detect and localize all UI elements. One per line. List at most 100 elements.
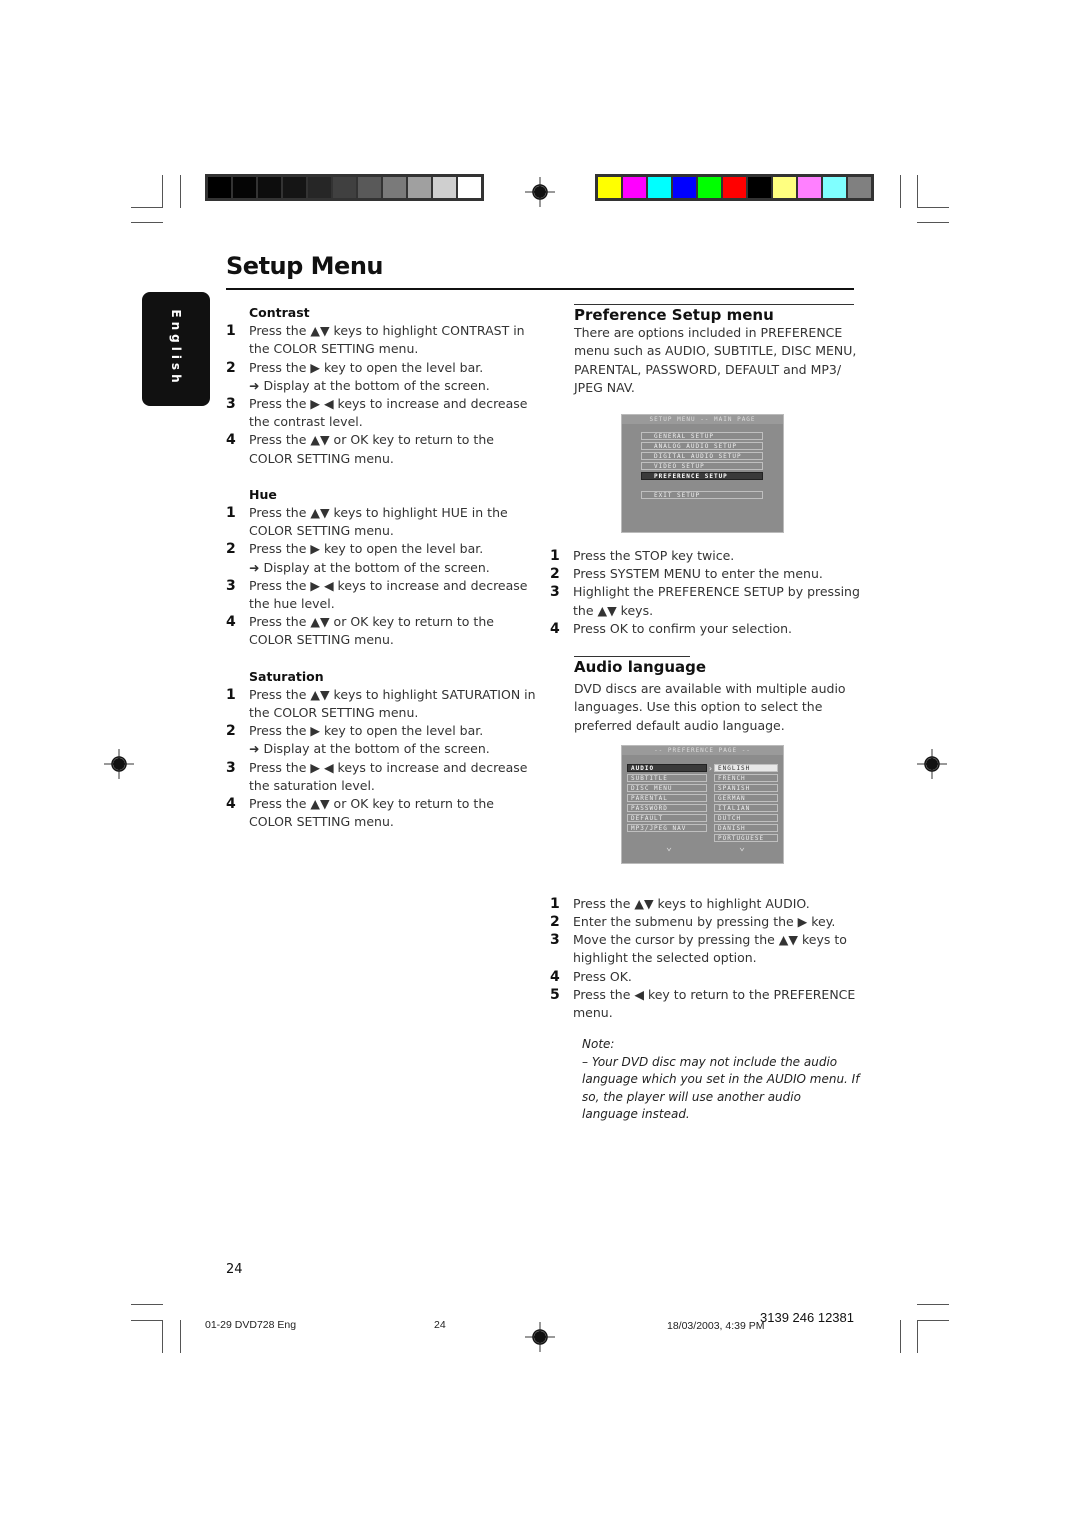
color-swatch [308, 177, 331, 198]
note-text: – Your DVD disc may not include the audi… [582, 1054, 860, 1122]
step-text: Highlight the PREFERENCE SETUP by pressi… [573, 584, 860, 618]
screen-option-item: ENGLISH [714, 764, 778, 772]
step-item: 2 Press the ▶ key to open the level bar. [226, 540, 536, 558]
color-swatch [383, 177, 406, 198]
crop-mark [131, 1304, 163, 1305]
step-number: 1 [226, 323, 236, 340]
crop-mark [917, 1320, 918, 1353]
step-text: Press OK. [573, 968, 632, 984]
section-heading: Contrast [249, 305, 310, 320]
screen-menu-item: SUBTITLE [627, 774, 707, 782]
screen-menu-item: GENERAL SETUP [641, 432, 763, 440]
step-item: 3 Press the ▶ ◀ keys to increase and decr… [226, 395, 536, 431]
preference-section-title: Preference Setup menu [574, 306, 774, 324]
step-number: 1 [226, 686, 236, 703]
step-item: 1 Press the ▲▼ keys to highlight AUDIO. [550, 895, 860, 913]
step-item: 1 Press the STOP key twice. [550, 547, 860, 565]
step-text: Press the ▲▼ or OK key to return to the … [249, 432, 494, 466]
step-item: 2 Press the ▶ key to open the level bar. [226, 359, 536, 377]
section-rule [574, 656, 690, 658]
crop-mark [917, 1320, 949, 1321]
step-item: 4 Press the ▲▼ or OK key to return to the… [226, 431, 536, 467]
step-text: Press the ▲▼ or OK key to return to the … [249, 614, 494, 648]
color-swatch [333, 177, 356, 198]
color-swatch [208, 177, 231, 198]
step-item: 2 Press the ▶ key to open the level bar. [226, 722, 536, 740]
crop-mark [162, 1320, 163, 1353]
step-number: 4 [550, 968, 560, 985]
step-number: 2 [226, 359, 236, 376]
audio-intro: DVD discs are available with multiple au… [574, 681, 846, 733]
step-item: 3 Press the ▶ ◀ keys to increase and decr… [226, 577, 536, 613]
crop-mark [131, 207, 163, 208]
step-number: 3 [226, 577, 236, 594]
footer-page: 24 [434, 1319, 446, 1331]
color-swatch [848, 177, 871, 198]
step-number: 2 [550, 566, 560, 583]
color-swatch [673, 177, 696, 198]
instruction-section: Saturation 1 Press the ▲▼ keys to highligh… [226, 668, 536, 832]
step-result: ➜ Display at the bottom of the screen. [249, 741, 490, 757]
crop-mark [917, 222, 949, 223]
screen-header: SETUP MENU -- MAIN PAGE [622, 415, 783, 424]
step-number: 3 [550, 932, 560, 949]
step-item: 4 Press the ▲▼ or OK key to return to the… [226, 613, 536, 649]
step-text: Press the ▶ ◀ keys to increase and decre… [249, 759, 528, 793]
audio-steps: 1 Press the ▲▼ keys to highlight AUDIO. 2 E… [550, 895, 860, 1022]
registration-target-icon [104, 749, 134, 779]
screen-option-item: FRENCH [714, 774, 778, 782]
step-text: Press the ▲▼ keys to highlight CONTRAST … [249, 323, 525, 357]
step-text: Press OK to confirm your selection. [573, 620, 793, 636]
document-number: 3139 246 12381 [760, 1310, 854, 1325]
screen-option-item: SPANISH [714, 784, 778, 792]
step-item: 5 Press the ◀ key to return to the PREFER… [550, 986, 860, 1022]
color-swatch [358, 177, 381, 198]
step-item: 2 Enter the submenu by pressing the ▶ key… [550, 913, 860, 931]
step-text: Press the ▲▼ or OK key to return to the … [249, 796, 494, 830]
step-number: 4 [226, 432, 236, 449]
screen-menu-item: PASSWORD [627, 804, 707, 812]
color-swatch [623, 177, 646, 198]
step-item: 1 Press the ▲▼ keys to highlight HUE in t… [226, 504, 536, 540]
step-number: 4 [550, 620, 560, 637]
step-text: Press the ▶ key to open the level bar. [249, 541, 484, 557]
step-text: Move the cursor by pressing the ▲▼ keys … [573, 932, 847, 966]
step-item: 3 Highlight the PREFERENCE SETUP by press… [550, 583, 860, 619]
section-rule [574, 304, 854, 305]
preference-steps: 1 Press the STOP key twice. 2 Press SYSTEM … [550, 547, 860, 638]
step-number: 1 [550, 895, 560, 912]
crop-mark [917, 207, 949, 208]
step-text: Press the STOP key twice. [573, 548, 735, 564]
step-result: ➜ Display at the bottom of the screen. [249, 559, 490, 575]
step-text: Enter the submenu by pressing the ▶ key. [573, 914, 836, 930]
step-text: Press SYSTEM MENU to enter the menu. [573, 566, 823, 582]
color-calibration-bar [595, 174, 874, 201]
screen-menu-item: VIDEO SETUP [641, 462, 763, 470]
color-swatch [798, 177, 821, 198]
screen-menu-item: PREFERENCE SETUP [641, 472, 763, 480]
color-swatch [823, 177, 846, 198]
color-swatch [648, 177, 671, 198]
section-heading: Saturation [249, 668, 324, 684]
step-number: 4 [226, 614, 236, 631]
crop-mark [900, 1320, 901, 1353]
note-label: Note: [582, 1037, 615, 1052]
grayscale-calibration-bar [205, 174, 484, 201]
language-tab-label: English [169, 309, 183, 387]
screen-exit-item: EXIT SETUP [641, 491, 763, 499]
color-swatch [283, 177, 306, 198]
step-number: 5 [550, 986, 560, 1003]
crop-mark [917, 175, 918, 208]
registration-target-icon [525, 177, 555, 207]
step-number: 1 [550, 548, 560, 565]
crop-mark [900, 175, 901, 208]
screen-menu-item: DISC MENU [627, 784, 707, 792]
step-number: 1 [226, 505, 236, 522]
step-number: 2 [226, 541, 236, 558]
step-item: 4 Press OK. [550, 968, 860, 986]
color-swatch [748, 177, 771, 198]
submenu-arrow-icon: › [708, 764, 714, 773]
step-item: 1 Press the ▲▼ keys to highlight SATURATI… [226, 686, 536, 722]
section-heading: Hue [249, 486, 277, 502]
screen-option-item: PORTUGUESE [714, 834, 778, 842]
